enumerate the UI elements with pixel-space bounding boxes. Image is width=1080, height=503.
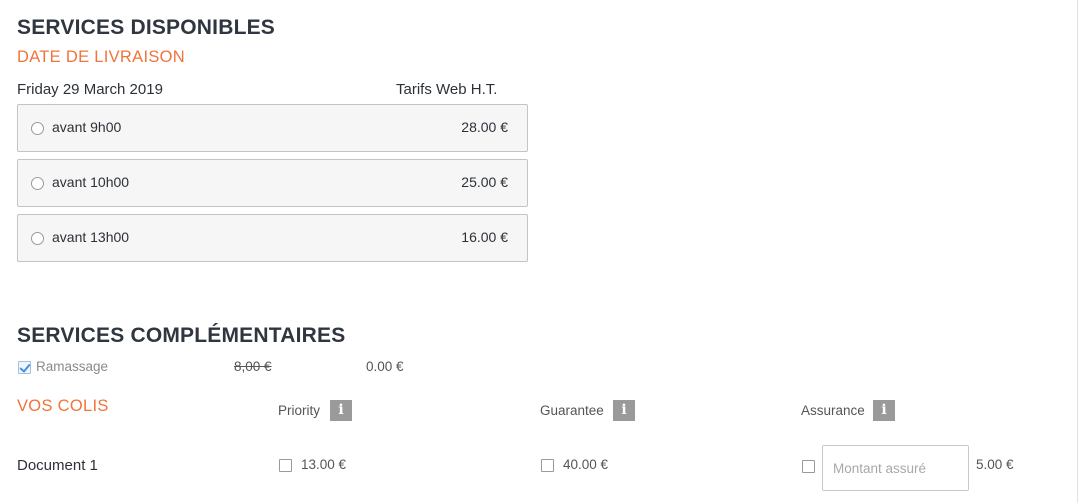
insurance-price: 5.00 € bbox=[976, 457, 1014, 472]
parcel-name: Document 1 bbox=[17, 457, 98, 474]
services-title: SERVICES DISPONIBLES bbox=[17, 16, 276, 39]
delivery-date-heading: DATE DE LIVRAISON bbox=[17, 48, 185, 66]
delivery-option-10h[interactable]: avant 10h00 25.00 € bbox=[17, 159, 528, 207]
delivery-option-price: 25.00 € bbox=[461, 174, 508, 190]
priority-column-header: Priority bbox=[278, 403, 321, 418]
delivery-option-13h[interactable]: avant 13h00 16.00 € bbox=[17, 214, 528, 262]
guarantee-column-header: Guarantee bbox=[540, 403, 604, 418]
guarantee-info-icon[interactable]: i bbox=[613, 400, 635, 421]
delivery-option-label: avant 13h00 bbox=[52, 229, 130, 245]
priority-checkbox[interactable] bbox=[279, 459, 292, 472]
rates-label: Tarifs Web H.T. bbox=[396, 81, 498, 98]
pickup-old-price: 8,00 € bbox=[234, 359, 272, 374]
radio-button[interactable] bbox=[31, 232, 44, 245]
radio-button[interactable] bbox=[31, 177, 44, 190]
delivery-option-price: 16.00 € bbox=[461, 229, 508, 245]
insured-amount-input[interactable] bbox=[822, 445, 969, 491]
delivery-option-9h[interactable]: avant 9h00 28.00 € bbox=[17, 104, 528, 152]
priority-info-icon[interactable]: i bbox=[330, 400, 352, 421]
check-icon bbox=[19, 361, 31, 373]
delivery-option-label: avant 10h00 bbox=[52, 174, 130, 190]
pickup-label: Ramassage bbox=[36, 359, 109, 374]
parcels-heading: VOS COLIS bbox=[17, 397, 109, 415]
priority-price: 13.00 € bbox=[301, 457, 347, 472]
insurance-column-header: Assurance bbox=[801, 403, 865, 418]
pickup-price: 0.00 € bbox=[366, 359, 404, 374]
delivery-option-price: 28.00 € bbox=[461, 119, 508, 135]
pickup-checkbox[interactable] bbox=[18, 361, 31, 374]
guarantee-checkbox[interactable] bbox=[541, 459, 554, 472]
delivery-date: Friday 29 March 2019 bbox=[17, 81, 163, 98]
guarantee-price: 40.00 € bbox=[563, 457, 609, 472]
delivery-option-label: avant 9h00 bbox=[52, 119, 122, 135]
radio-button[interactable] bbox=[31, 122, 44, 135]
insurance-checkbox[interactable] bbox=[802, 460, 815, 473]
complementary-services-title: SERVICES COMPLÉMENTAIRES bbox=[17, 324, 346, 347]
insurance-info-icon[interactable]: i bbox=[873, 400, 895, 421]
